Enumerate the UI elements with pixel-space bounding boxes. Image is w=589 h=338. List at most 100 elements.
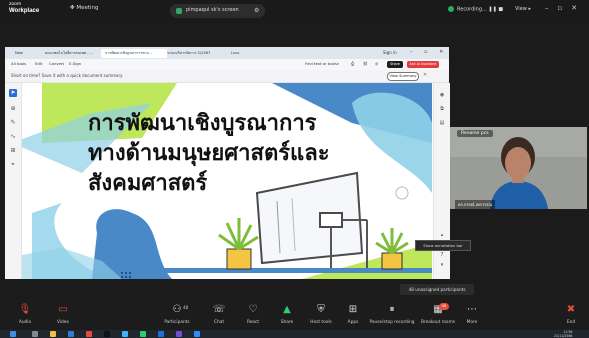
close-icon[interactable]: ✕ [571, 4, 586, 12]
view-label: View [515, 6, 527, 12]
apps-label: Apps [347, 320, 359, 325]
esign-menu[interactable]: E-Sign [69, 61, 81, 66]
share-dot-icon [176, 8, 182, 14]
screen-share-indicator[interactable]: pimpaqui sk's screen ⚙ [170, 4, 265, 18]
mic-muted-icon: 🎙 [18, 304, 32, 315]
brand-large: Workplace [9, 8, 40, 14]
edit-menu[interactable]: Edit [35, 61, 42, 66]
close-icon[interactable]: ✕ [423, 72, 427, 78]
browser-tab[interactable]: New [11, 49, 45, 58]
camera-off-icon: ▭ [58, 304, 68, 315]
meeting-menu[interactable]: ✤ Meeting [70, 5, 99, 11]
windows-start-icon[interactable] [10, 331, 16, 337]
zoom-icon[interactable] [194, 331, 200, 337]
pause-recording-label: Pause/stop recording [369, 320, 415, 325]
pause-stop-icon: ⏸ [389, 304, 395, 315]
participants-icon: ⚇ [172, 304, 182, 315]
browser-tab[interactable]: ระบบบริหารจัดการ 2/2567 [163, 49, 229, 58]
summary-notice-text: Short on time? Save it with a quick docu… [11, 73, 123, 78]
participant-count: 48 [183, 305, 189, 310]
slide-title-line: การพัฒนาเชิงบูรณาการ [88, 111, 317, 136]
video-button[interactable]: ▭ Video [43, 303, 83, 325]
file-explorer-icon[interactable] [50, 331, 56, 337]
more-label: More [466, 320, 478, 325]
slide-title-line: สังคมศาสตร์ [88, 171, 208, 196]
pdf-page: การพัฒนาเชิงบูรณาการ ทางด้านมนุษยศาสตร์แ… [22, 83, 432, 279]
lasso-icon[interactable]: ∿ [9, 133, 17, 141]
comment-icon[interactable]: ◉ [438, 91, 446, 99]
minimize-icon[interactable]: – [545, 4, 558, 12]
print-icon[interactable]: ⎙ [351, 61, 354, 66]
participant-video[interactable]: Rename pcs ดร.กรรณ์ เทรวรรณ [450, 127, 587, 209]
apps-icon: ⊞ [348, 304, 358, 315]
brand-small: zoom [9, 2, 22, 7]
annotation-tooltip: Show annotation bar [415, 240, 471, 251]
view-menu[interactable]: View ▸ [515, 6, 531, 12]
stop-icon[interactable]: ■ [498, 7, 503, 13]
pen-icon[interactable]: ✎ [9, 119, 17, 127]
browser-tab[interactable]: Lxxx [227, 49, 251, 58]
page-total: 7 [440, 252, 444, 258]
end-button[interactable]: ✖ End [556, 303, 586, 325]
view-summary-button[interactable]: View Summary [387, 72, 419, 81]
system-clock[interactable]: 11:56 21/11/2568 [554, 330, 572, 338]
line-icon[interactable] [140, 331, 146, 337]
search-icon[interactable]: ⌕ [337, 61, 339, 66]
edge-icon[interactable] [122, 331, 128, 337]
page-down-icon[interactable]: ▾ [438, 261, 446, 269]
breakout-badge: 48 [439, 303, 449, 310]
participants-label: Participants [164, 320, 190, 325]
link-icon[interactable]: ⛓ [363, 61, 368, 66]
audio-button[interactable]: 🎙 Audio [5, 303, 45, 325]
bookmark-icon[interactable]: ⧉ [438, 105, 446, 113]
zoom-tool-icon[interactable]: ⊕ [9, 105, 17, 113]
globe-icon[interactable]: ◎ [375, 61, 378, 66]
shield-icon [448, 6, 454, 12]
ai-assistant-button[interactable]: Ask AI Assistant [407, 61, 439, 68]
video-label: Video [56, 320, 70, 325]
left-tool-rail: ➤ ⊕ ✎ ∿ ⊞ ⌖ [5, 83, 22, 279]
recording-indicator[interactable]: Recording... ❚❚ ■ [448, 6, 503, 13]
share-pill-label: pimpaqui sk's screen [186, 7, 239, 13]
slide-title-line: ทางด้านมนุษยศาสตร์และ [88, 141, 330, 166]
convert-menu[interactable]: Convert [49, 61, 64, 66]
participant-image [450, 127, 587, 209]
more-button[interactable]: ⋯ More [452, 303, 492, 325]
page-up-icon[interactable]: ▴ [438, 231, 446, 239]
tiktok-icon[interactable] [104, 331, 110, 337]
text-box-icon[interactable]: ⊞ [9, 147, 17, 155]
pause-recording-button[interactable]: ⏸ Pause/stop recording [368, 303, 416, 325]
unassigned-participants-popup[interactable]: 48 unassigned participants [400, 284, 474, 295]
apps-button[interactable]: ⊞ Apps [333, 303, 373, 325]
clock-date: 21/11/2568 [554, 334, 573, 338]
pause-icon[interactable]: ❚❚ [488, 7, 496, 13]
search-icon[interactable] [32, 331, 38, 337]
chrome-icon[interactable] [86, 331, 92, 337]
teams-icon[interactable] [176, 331, 182, 337]
find-text-field[interactable]: Find text or tools [305, 61, 337, 66]
windows-taskbar: 11:56 21/11/2568 [0, 330, 589, 338]
window-controls[interactable]: –▫✕ [545, 4, 586, 12]
browser-window-controls[interactable]: – ▫ ✕ [410, 49, 448, 55]
maximize-icon[interactable]: ▫ [558, 4, 572, 12]
gear-icon[interactable]: ⚙ [254, 7, 259, 14]
browser-tab-strip: New คณะเทคโนโลยีสารสนเทศ - ... การพัฒนาเ… [5, 47, 449, 59]
browser-tab[interactable]: คณะเทคโนโลยีสารสนเทศ - ... [41, 49, 105, 58]
audio-label: Audio [18, 320, 32, 325]
word-icon[interactable] [158, 331, 164, 337]
pages-icon[interactable]: ▤ [438, 119, 446, 127]
pdf-share-button[interactable]: Share [387, 61, 403, 68]
meeting-toolbar: 🎙 Audio ▭ Video ⚇ Participants 48 ☏ Chat ♡ Re… [0, 300, 589, 330]
zoom-title-bar: zoom Workplace ✤ Meeting pimpaqui sk's s… [0, 0, 589, 22]
close-icon: ✖ [566, 304, 576, 315]
participants-button[interactable]: ⚇ Participants [157, 303, 197, 325]
store-icon[interactable] [68, 331, 74, 337]
browser-tab-active[interactable]: การพัฒนาเชิงบูรณาการทาง... [101, 49, 167, 58]
recording-label: Recording... [457, 6, 487, 13]
rename-button[interactable]: Rename pcs [457, 130, 493, 137]
select-tool-icon[interactable]: ➤ [9, 89, 17, 97]
stamp-icon[interactable]: ⌖ [9, 161, 17, 169]
sign-in-link[interactable]: Sign in [383, 50, 397, 55]
all-tools-menu[interactable]: All tools [11, 61, 26, 66]
summary-notice-bar: Short on time? Save it with a quick docu… [5, 70, 449, 83]
